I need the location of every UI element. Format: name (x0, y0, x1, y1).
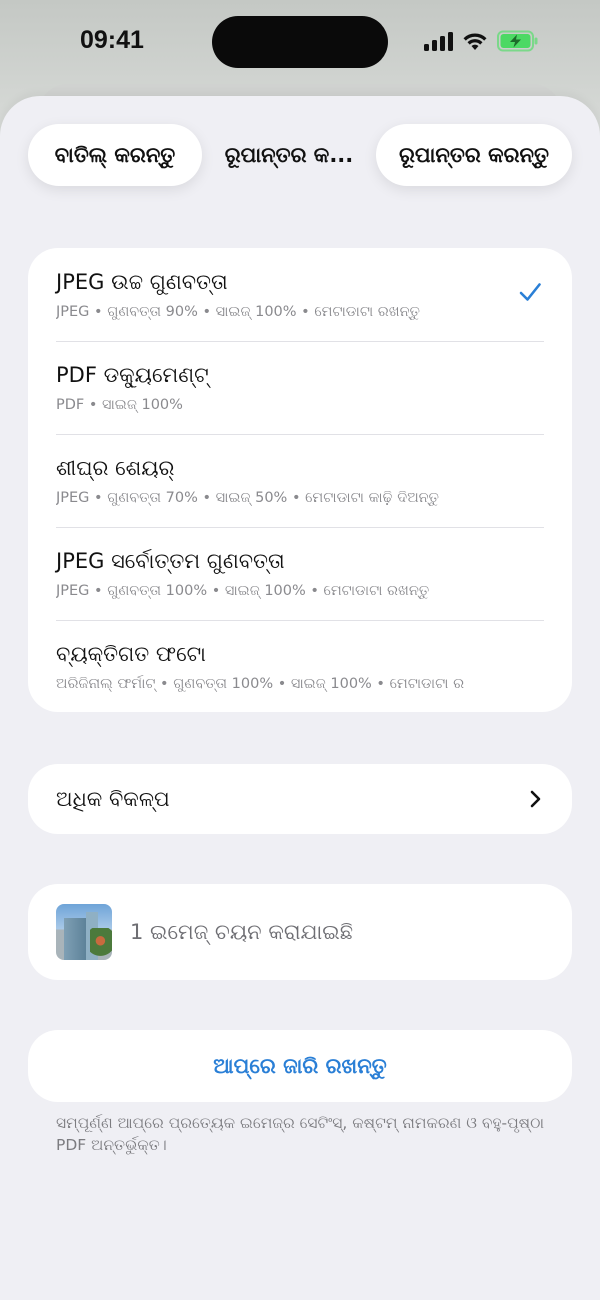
preset-title: JPEG ସର୍ବୋତ୍ତମ ଗୁଣବତ୍ତା (56, 549, 285, 573)
preset-title: ବ୍ୟକ୍ତିଗତ ଫଟୋ (56, 642, 206, 666)
preset-title: JPEG ଉଚ୍ଚ ଗୁଣବତ୍ତା (56, 270, 228, 294)
continue-in-app-button[interactable]: ଆପ୍‌ରେ ଜାରି ରଖନ୍ତୁ (28, 1030, 572, 1102)
preset-subtitle: JPEG • ଗୁଣବତ୍ତା 90% • ସାଇଜ୍ 100% • ମେଟାଡ… (56, 304, 420, 320)
preset-subtitle: ଅରିଜିନାଲ୍ ଫର୍ମାଟ୍ • ଗୁଣବତ୍ତା 100% • ସାଇଜ… (56, 676, 465, 692)
preset-subtitle: PDF • ସାଇଜ୍ 100% (56, 397, 183, 413)
status-time: 09:41 (80, 26, 144, 54)
preset-subtitle: JPEG • ଗୁଣବତ୍ତା 100% • ସାଇଜ୍ 100% • ମେଟା… (56, 583, 430, 599)
preset-item-quick-share[interactable]: ଶୀଘ୍ର ଶେୟର୍ JPEG • ଗୁଣବତ୍ତା 70% • ସାଇଜ୍ … (28, 434, 572, 527)
preset-subtitle: JPEG • ଗୁଣବତ୍ତା 70% • ସାଇଜ୍ 50% • ମେଟାଡା… (56, 490, 439, 506)
status-icons (424, 28, 539, 54)
preset-title: ଶୀଘ୍ର ଶେୟର୍ (56, 456, 175, 480)
convert-button[interactable]: ରୂପାନ୍ତର କରନ୍ତୁ (376, 124, 572, 186)
preset-item-personal-photo[interactable]: ବ୍ୟକ୍ତିଗତ ଫଟୋ ଅରିଜିନାଲ୍ ଫର୍ମାଟ୍ • ଗୁଣବତ୍… (28, 620, 572, 712)
selected-images-row[interactable]: 1 ଇମେଜ୍ ଚୟନ କରାଯାଇଛି (28, 884, 572, 980)
sheet-title: ରୂପାନ୍ତର କ... (224, 142, 354, 167)
chevron-right-icon (530, 790, 541, 808)
cancel-button[interactable]: ବାତିଲ୍ କରନ୍ତୁ (28, 124, 202, 186)
convert-sheet: ବାତିଲ୍ କରନ୍ତୁ ରୂପାନ୍ତର କ... ରୂପାନ୍ତର କରନ… (0, 96, 600, 1300)
cellular-signal-icon (424, 31, 453, 51)
image-thumbnail (56, 904, 112, 960)
status-bar: 09:41 (0, 0, 600, 84)
battery-charging-icon (497, 30, 539, 52)
footnote-text: ସମ୍ପୂର୍ଣ୍ଣ ଆପ୍‌ରେ ପ୍ରତ୍ୟେକ ଇମେଜ୍‌ର ସେଟିଂ… (56, 1114, 544, 1154)
checkmark-icon (519, 283, 541, 301)
wifi-icon (462, 31, 488, 51)
preset-item-jpeg-best[interactable]: JPEG ସର୍ବୋତ୍ତମ ଗୁଣବତ୍ତା JPEG • ଗୁଣବତ୍ତା … (28, 527, 572, 620)
selected-count-label: 1 ଇମେଜ୍ ଚୟନ କରାଯାଇଛି (130, 919, 354, 944)
preset-item-pdf[interactable]: PDF ଡକ୍ୟୁମେଣ୍ଟ୍ PDF • ସାଇଜ୍ 100% (28, 341, 572, 434)
more-options-row[interactable]: ଅଧିକ ବିକଳ୍ପ (28, 764, 572, 834)
dynamic-island (212, 16, 388, 68)
preset-item-jpeg-high[interactable]: JPEG ଉଚ୍ଚ ଗୁଣବତ୍ତା JPEG • ଗୁଣବତ୍ତା 90% •… (28, 248, 572, 341)
preset-list: JPEG ଉଚ୍ଚ ଗୁଣବତ୍ତା JPEG • ଗୁଣବତ୍ତା 90% •… (28, 248, 572, 712)
more-options-label: ଅଧିକ ବିକଳ୍ପ (56, 786, 170, 811)
preset-title: PDF ଡକ୍ୟୁମେଣ୍ଟ୍ (56, 363, 209, 387)
